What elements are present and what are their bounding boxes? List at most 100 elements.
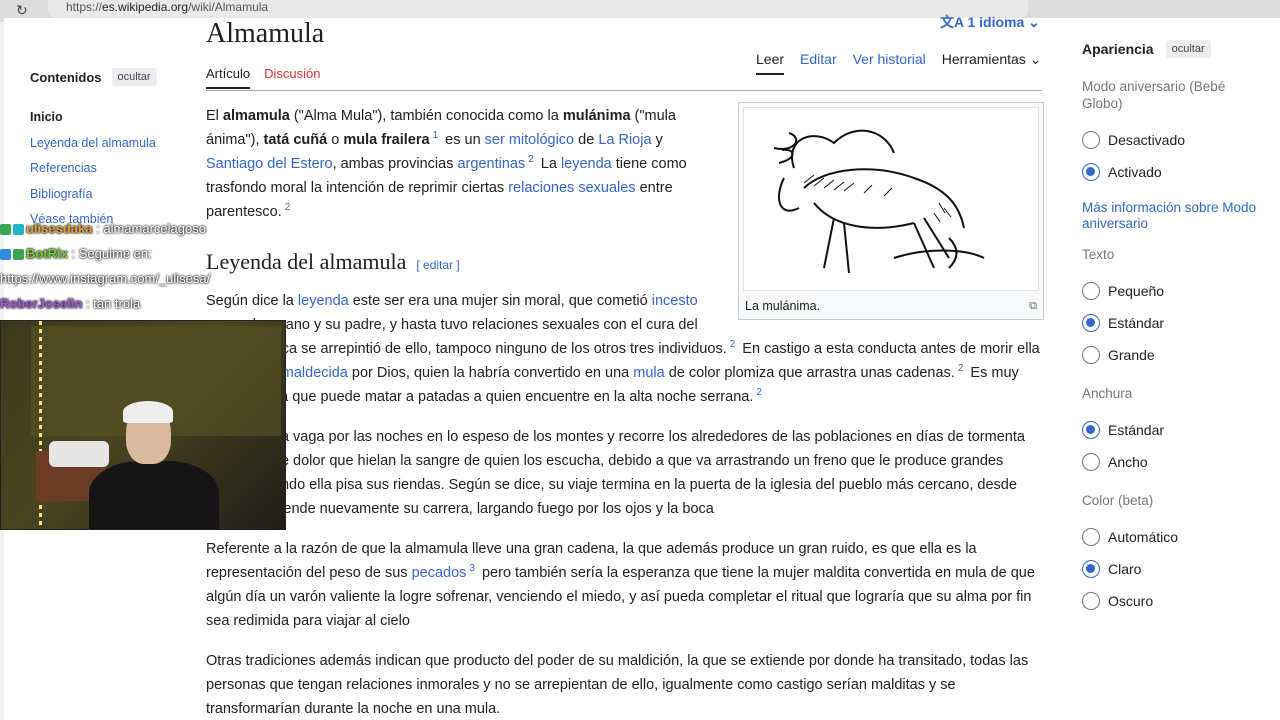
verified-badge-icon (13, 249, 24, 261)
webcam-streamer-body (89, 461, 219, 529)
radio-label: Oscuro (1108, 593, 1154, 609)
radio-icon (1082, 528, 1100, 546)
link-maldecida[interactable]: maldecida (282, 365, 348, 381)
tab-herramientas[interactable]: Herramientas ⌄ (942, 51, 1042, 75)
webcam-overlay (0, 320, 286, 530)
chat-text: almamarcelagoso (103, 221, 206, 236)
link-incesto[interactable]: incesto (652, 293, 698, 309)
expand-icon[interactable]: ⧉ (1029, 294, 1037, 318)
appearance-panel: Apariencia ocultar Modo aniversario (Beb… (1082, 40, 1262, 617)
toc-item-bibliografia[interactable]: Bibliografía (30, 187, 200, 213)
radio-label: Estándar (1108, 422, 1165, 438)
view-tabs: Leer Editar Ver historial Herramientas ⌄ (756, 51, 1041, 75)
radio-label: Claro (1108, 561, 1142, 577)
radio-desactivado[interactable]: Desactivado (1082, 124, 1262, 156)
radio-selected-icon (1082, 421, 1100, 439)
appearance-hide-button[interactable]: ocultar (1165, 40, 1211, 58)
url-prefix: https:// (66, 0, 103, 14)
radio-oscuro[interactable]: Oscuro (1082, 585, 1262, 617)
toc-item-leyenda[interactable]: Leyenda del almamula (30, 136, 200, 162)
chevron-down-icon: ⌄ (1028, 14, 1040, 30)
reference-link[interactable]: 3 (469, 563, 475, 574)
url-path: /wiki/Almamula (188, 0, 269, 14)
herramientas-label: Herramientas (941, 51, 1026, 67)
link-santiago-del-estero[interactable]: Santiago del Estero (206, 156, 333, 172)
tab-articulo[interactable]: Artículo (206, 66, 251, 89)
color-label: Color (beta) (1082, 493, 1154, 508)
mulanima-illustration[interactable] (743, 107, 1039, 291)
chat-message: RoberJoselin : tan trola (0, 296, 141, 311)
section-edit-link[interactable]: [ editar ] (416, 258, 459, 272)
more-info-link[interactable]: Más información sobre Modo aniversario (1082, 200, 1262, 232)
link-relaciones-sexuales[interactable]: relaciones sexuales (508, 180, 635, 196)
radio-label: Estándar (1108, 315, 1165, 331)
radio-selected-icon (1082, 560, 1100, 578)
sub-badge-icon (13, 224, 24, 236)
paragraph-traditions: Otras tradiciones además indican que pro… (206, 653, 1029, 717)
url-host: es.wikipedia.org (102, 0, 189, 14)
radio-automatico[interactable]: Automático (1082, 521, 1262, 553)
infobox: La mulánima. ⧉ (738, 102, 1044, 320)
chat-message: BotRix : Seguime en: (0, 241, 210, 266)
reference-link[interactable]: 2 (756, 387, 762, 398)
reference-link[interactable]: 2 (528, 154, 534, 165)
reload-icon[interactable]: ↻ (16, 2, 28, 19)
radio-label: Grande (1108, 347, 1155, 363)
chat-user: ulisesdaka (26, 221, 93, 236)
width-label: Anchura (1082, 386, 1133, 401)
paragraph-chain: Referente a la razón de que la almamula … (206, 541, 1035, 629)
tab-ver-historial[interactable]: Ver historial (853, 51, 926, 75)
reference-link[interactable]: 1 (433, 130, 439, 141)
verified-badge-icon (0, 224, 11, 236)
translate-icon: 文A (940, 14, 964, 30)
address-field[interactable]: https://es.wikipedia.org/wiki/Almamula (48, 0, 1028, 18)
link-leyenda[interactable]: leyenda (561, 156, 612, 172)
toc-item-inicio[interactable]: Inicio (30, 110, 200, 136)
radio-label: Activado (1108, 164, 1162, 180)
link-pecados[interactable]: pecados (412, 565, 467, 581)
radio-label: Automático (1108, 529, 1179, 545)
anniversary-label: Modo aniversario (Bebé Globo) (1082, 79, 1226, 111)
chat-text: tan trola (93, 296, 141, 311)
radio-activado[interactable]: Activado (1082, 156, 1262, 188)
namespace-tabs: Artículo Discusión (206, 66, 320, 89)
article-body: La mulánima. ⧉ El almamula ("Alma Mula")… (206, 102, 1044, 720)
tab-discusion[interactable]: Discusión (264, 66, 320, 89)
link-argentinas[interactable]: argentinas (457, 156, 525, 172)
toc-title: Contenidos (30, 69, 102, 85)
radio-claro[interactable]: Claro (1082, 553, 1262, 585)
chat-text: https://www.instagram.com/_ulisesa/ (0, 271, 211, 286)
radio-label: Pequeño (1108, 283, 1165, 299)
link-la-rioja[interactable]: La Rioja (598, 132, 651, 148)
paragraph-night: La almamula vaga por las noches en lo es… (206, 429, 1025, 517)
toc-hide-button[interactable]: ocultar (111, 68, 157, 86)
reference-link[interactable]: 2 (730, 339, 736, 350)
radio-label: Desactivado (1108, 132, 1186, 148)
section-title: Leyenda del almamula (206, 249, 407, 274)
stream-chat-overlay: ulisesdaka : almamarcelagoso BotRix : Se… (0, 216, 210, 316)
radio-grande[interactable]: Grande (1082, 339, 1262, 371)
radio-ancho[interactable]: Ancho (1082, 446, 1262, 478)
radio-icon (1082, 131, 1100, 149)
text-size-label: Texto (1082, 247, 1115, 262)
chat-text: Seguime en: (78, 246, 152, 261)
radio-estandar-anchura[interactable]: Estándar (1082, 414, 1262, 446)
chevron-down-icon: ⌄ (1029, 51, 1042, 67)
radio-estandar-texto[interactable]: Estándar (1082, 307, 1262, 339)
page-title: Almamula (206, 18, 325, 49)
radio-selected-icon (1082, 314, 1100, 332)
reference-link[interactable]: 2 (958, 363, 964, 374)
infobox-caption: La mulánima. (745, 299, 821, 313)
language-label: 1 idioma (967, 14, 1025, 30)
radio-pequeno[interactable]: Pequeño (1082, 275, 1262, 307)
toc-item-referencias[interactable]: Referencias (30, 161, 200, 187)
link-ser-mitologico[interactable]: ser mitológico (485, 132, 574, 148)
language-button[interactable]: 文A 1 idioma ⌄ (940, 12, 1040, 32)
radio-icon (1082, 346, 1100, 364)
tab-leer[interactable]: Leer (756, 51, 785, 75)
link-mula[interactable]: mula (633, 365, 664, 381)
reference-link[interactable]: 2 (285, 202, 291, 213)
tab-editar[interactable]: Editar (800, 51, 837, 75)
chat-message: https://www.instagram.com/_ulisesa/ (0, 266, 210, 291)
link-leyenda-2[interactable]: leyenda (298, 293, 349, 309)
